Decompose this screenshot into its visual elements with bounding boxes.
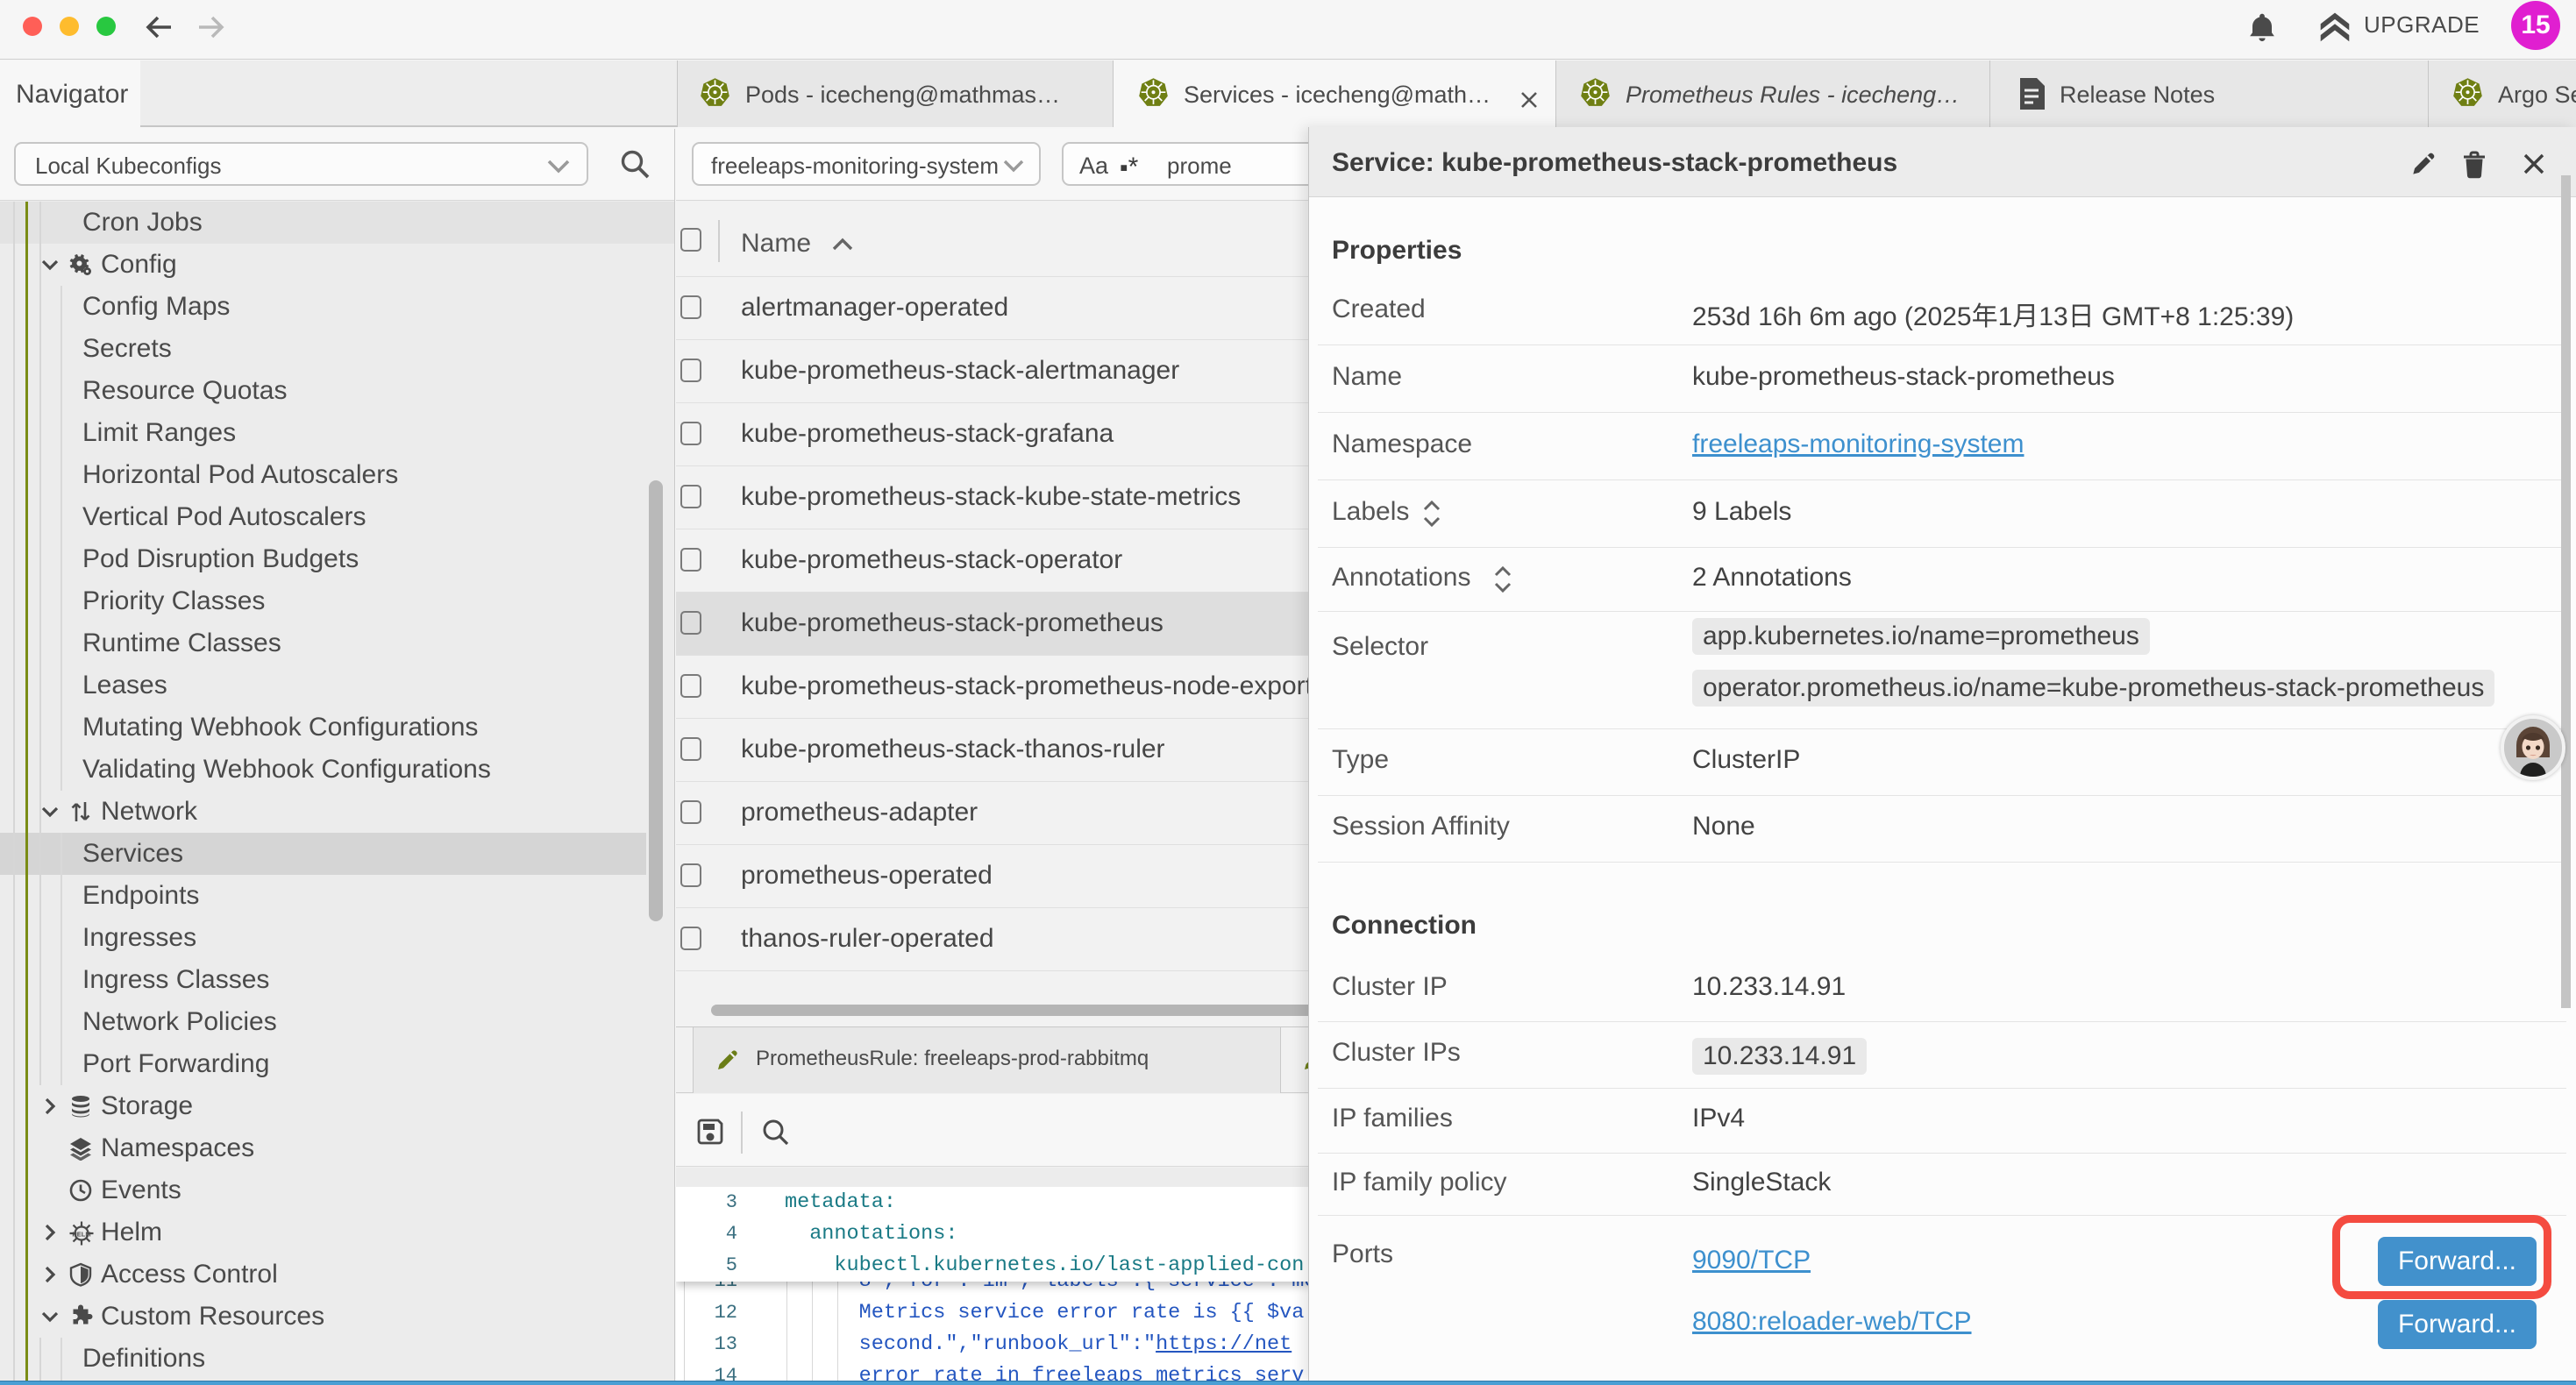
svg-text:HELM: HELM (72, 1231, 90, 1239)
